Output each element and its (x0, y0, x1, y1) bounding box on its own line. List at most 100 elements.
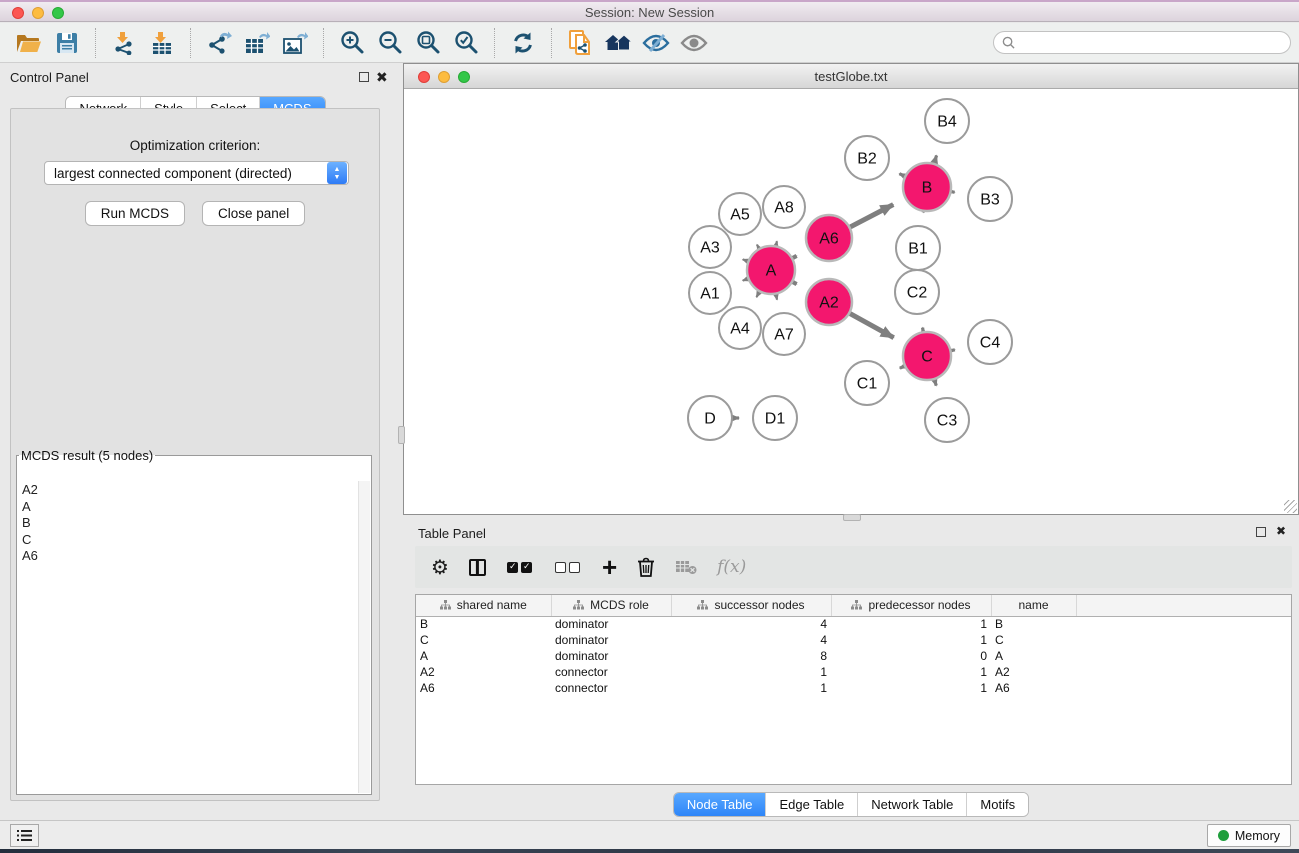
table-row[interactable]: A2connector11A2 (416, 664, 1291, 680)
task-history-button[interactable] (10, 824, 39, 847)
clone-network-icon[interactable] (561, 26, 599, 60)
memory-button[interactable]: Memory (1207, 824, 1291, 847)
table-cell[interactable]: A2 (991, 664, 1076, 680)
table-cell[interactable]: C (991, 632, 1076, 648)
select-all-columns-icon[interactable] (506, 554, 534, 580)
table-cell[interactable]: B (991, 616, 1076, 632)
table-cell[interactable]: A6 (416, 680, 551, 696)
float-table-panel-icon[interactable] (1256, 526, 1266, 540)
table-cell[interactable]: connector (551, 680, 671, 696)
show-columns-icon[interactable] (469, 554, 486, 580)
float-panel-icon[interactable] (359, 71, 369, 85)
mcds-result-scrollbar[interactable] (358, 481, 370, 793)
table-cell[interactable]: 8 (671, 648, 831, 664)
table-cell[interactable]: 4 (671, 632, 831, 648)
table-cell[interactable]: 1 (671, 664, 831, 680)
tab-network-table[interactable]: Network Table (857, 793, 966, 816)
criterion-dropdown[interactable]: largest connected component (directed) ▲… (44, 161, 349, 185)
table-row[interactable]: Adominator80A (416, 648, 1291, 664)
table-cell[interactable]: 1 (831, 616, 991, 632)
mcds-result-item[interactable]: A6 (22, 548, 354, 565)
table-cell[interactable]: A (991, 648, 1076, 664)
tab-motifs[interactable]: Motifs (966, 793, 1028, 816)
export-image-icon[interactable] (276, 26, 314, 60)
mcds-result-item[interactable]: C (22, 532, 354, 549)
table-cell[interactable]: 4 (671, 616, 831, 632)
col-successor-nodes[interactable]: successor nodes (671, 595, 831, 616)
table-cell[interactable]: 1 (831, 632, 991, 648)
table-cell[interactable]: 0 (831, 648, 991, 664)
table-row[interactable]: Bdominator41B (416, 616, 1291, 632)
graph-edge-C-C3[interactable] (934, 380, 936, 386)
mcds-result-item[interactable]: B (22, 515, 354, 532)
run-mcds-button[interactable]: Run MCDS (85, 201, 185, 226)
graph-edge-A-A8[interactable] (776, 241, 777, 245)
open-session-icon[interactable] (10, 26, 48, 60)
show-all-icon[interactable] (675, 26, 713, 60)
refresh-icon[interactable] (504, 26, 542, 60)
unselect-all-columns-icon[interactable] (554, 554, 582, 580)
table-cell[interactable]: 1 (831, 664, 991, 680)
save-session-icon[interactable] (48, 26, 86, 60)
graph-edge-B-B4[interactable] (934, 155, 936, 163)
col-name[interactable]: name (991, 595, 1076, 616)
table-row[interactable]: Cdominator41C (416, 632, 1291, 648)
hide-selected-icon[interactable] (637, 26, 675, 60)
mcds-result-item[interactable]: A2 (22, 482, 354, 499)
zoom-fit-icon[interactable] (409, 26, 447, 60)
close-panel-button[interactable]: Close panel (202, 201, 305, 226)
table-settings-icon[interactable]: ⚙ (431, 554, 449, 580)
tab-edge-table[interactable]: Edge Table (765, 793, 857, 816)
table-row[interactable]: A6connector11A6 (416, 680, 1291, 696)
close-table-panel-icon[interactable]: ✖ (1276, 524, 1286, 538)
graph-edge-A-A6[interactable] (793, 256, 797, 258)
graph-edge-A6-B[interactable] (850, 205, 893, 227)
table-cell[interactable]: A6 (991, 680, 1076, 696)
network-graph[interactable]: B4B2BB3A5A8A6A3B1AC2A1A2A4A7CC4C1C3DD1 (404, 89, 1298, 514)
add-column-icon[interactable]: + (602, 554, 617, 580)
search-input[interactable] (1020, 33, 1290, 52)
col-shared-name[interactable]: shared name (416, 595, 551, 616)
graph-edge-A-A2[interactable] (793, 282, 797, 284)
table-cell[interactable]: A (416, 648, 551, 664)
home-view-icon[interactable] (599, 26, 637, 60)
delete-column-icon[interactable] (637, 554, 655, 580)
table-cell[interactable]: B (416, 616, 551, 632)
graph-edge-A2-C[interactable] (850, 314, 894, 338)
close-panel-icon[interactable]: ✖ (376, 69, 388, 86)
splitter-grip-vertical[interactable] (398, 426, 405, 444)
graph-edge-A-A1[interactable] (743, 279, 748, 281)
table-cell[interactable]: 1 (831, 680, 991, 696)
table-cell[interactable]: 1 (671, 680, 831, 696)
zoom-selected-icon[interactable] (447, 26, 485, 60)
mcds-result-item[interactable]: A (22, 499, 354, 516)
graph-edge-A-A4[interactable] (756, 292, 759, 297)
graph-node-label: A8 (774, 200, 794, 217)
graph-edge-C-C1[interactable] (900, 366, 904, 368)
col-predecessor-nodes[interactable]: predecessor nodes (831, 595, 991, 616)
graph-edge-A-A7[interactable] (776, 294, 777, 299)
table-cell[interactable]: dominator (551, 648, 671, 664)
graph-edge-C-C4[interactable] (951, 350, 954, 351)
export-table-icon[interactable] (238, 26, 276, 60)
import-table-icon[interactable] (143, 26, 181, 60)
tab-node-table[interactable]: Node Table (674, 793, 766, 816)
zoom-out-icon[interactable] (371, 26, 409, 60)
table-cell[interactable]: A2 (416, 664, 551, 680)
window-resize-grip[interactable] (1284, 500, 1297, 513)
table-cell[interactable]: dominator (551, 632, 671, 648)
col-mcds-role[interactable]: MCDS role (551, 595, 671, 616)
search-field[interactable] (993, 31, 1291, 54)
graph-edge-A-A5[interactable] (757, 245, 759, 249)
table-cell[interactable]: C (416, 632, 551, 648)
table-cell[interactable]: connector (551, 664, 671, 680)
graph-edge-B-B3[interactable] (952, 192, 955, 193)
export-network-icon[interactable] (200, 26, 238, 60)
graph-edge-A-A3[interactable] (743, 259, 748, 261)
zoom-in-icon[interactable] (333, 26, 371, 60)
graph-edge-B-B2[interactable] (899, 174, 904, 176)
table-cell[interactable]: dominator (551, 616, 671, 632)
import-network-icon[interactable] (105, 26, 143, 60)
graph-edge-C-C2[interactable] (923, 328, 924, 332)
network-canvas[interactable]: B4B2BB3A5A8A6A3B1AC2A1A2A4A7CC4C1C3DD1 (404, 89, 1298, 514)
